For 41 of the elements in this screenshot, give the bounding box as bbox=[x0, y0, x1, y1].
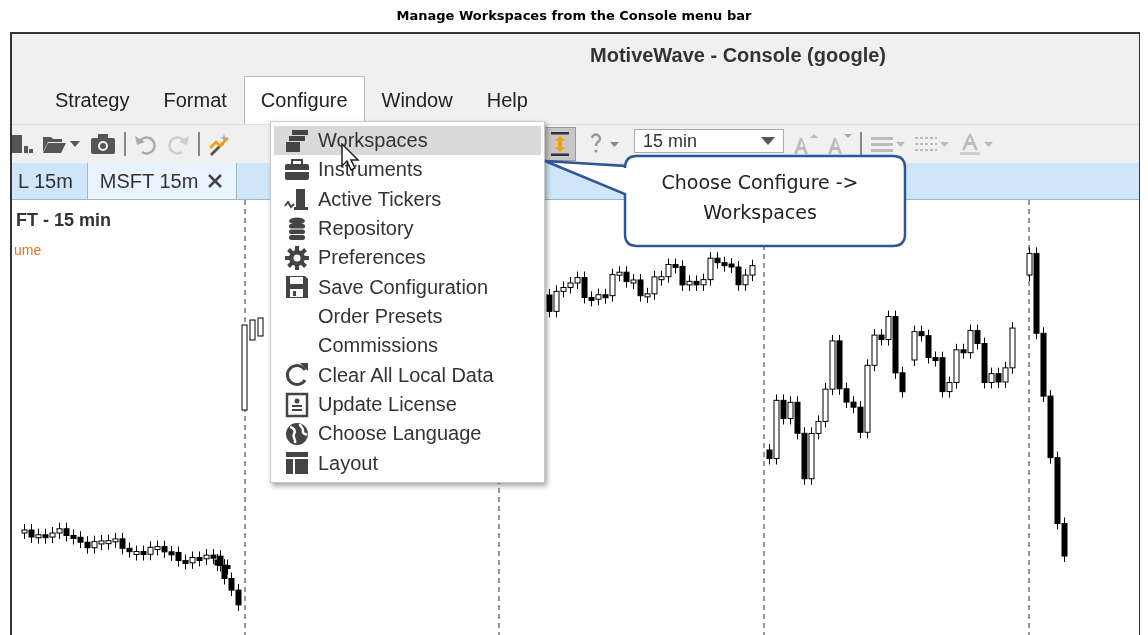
menu-item[interactable]: Choose Language bbox=[274, 419, 541, 449]
menu-item[interactable]: Strategy bbox=[38, 76, 147, 124]
menu-item[interactable]: Workspaces bbox=[274, 126, 541, 156]
menu-item[interactable]: Configure bbox=[243, 76, 365, 124]
font-size-increase-icon[interactable] bbox=[792, 132, 818, 156]
font-size-decrease-icon[interactable] bbox=[826, 132, 852, 156]
menu-item[interactable]: Preferences bbox=[274, 243, 541, 273]
chart-tab[interactable]: MSFT 15m bbox=[87, 163, 238, 199]
layout-icon bbox=[284, 450, 310, 477]
callout-text: Choose Configure -> Workspaces bbox=[660, 170, 860, 225]
id-card-icon bbox=[284, 391, 310, 418]
menu-item[interactable]: Window bbox=[364, 76, 470, 124]
caret-icon[interactable] bbox=[761, 137, 775, 145]
menu-item[interactable]: Update License bbox=[274, 389, 541, 420]
menu-item[interactable]: Commissions bbox=[274, 331, 541, 361]
settings-icon bbox=[284, 244, 310, 271]
globe-icon bbox=[284, 420, 310, 447]
refresh-icon bbox=[284, 362, 310, 389]
menu-item[interactable]: Order Presets bbox=[274, 301, 541, 332]
menu-item[interactable]: Help bbox=[469, 76, 545, 124]
ticker-icon bbox=[284, 186, 310, 213]
chart-icon[interactable] bbox=[12, 132, 34, 156]
camera-icon[interactable] bbox=[90, 133, 116, 155]
menu-item[interactable]: Active Tickers bbox=[274, 184, 541, 214]
text-color-icon[interactable] bbox=[958, 132, 994, 156]
windows-icon bbox=[284, 127, 310, 154]
menu-item[interactable]: Repository bbox=[274, 214, 541, 244]
chart-title: FT - 15 min bbox=[16, 210, 111, 231]
close-icon[interactable] bbox=[208, 174, 223, 188]
menu-item[interactable]: Save Configuration bbox=[274, 272, 541, 302]
menu-item[interactable]: Format bbox=[146, 76, 244, 124]
figure-caption: Manage Workspaces from the Console menu bar bbox=[396, 7, 752, 23]
indicator-label: ume bbox=[14, 242, 42, 258]
window-title: MotiveWave - Console (google) bbox=[590, 43, 886, 67]
menu-item[interactable]: Layout bbox=[274, 448, 541, 478]
briefcase-icon bbox=[284, 157, 310, 183]
auto-scale-button[interactable] bbox=[544, 127, 576, 161]
menu-item[interactable]: Clear All Local Data bbox=[274, 360, 541, 390]
magic-wand-icon[interactable] bbox=[208, 132, 232, 156]
timeframe-dropdown[interactable]: 15 min bbox=[634, 129, 784, 153]
menu-item[interactable]: Instruments bbox=[274, 155, 541, 185]
